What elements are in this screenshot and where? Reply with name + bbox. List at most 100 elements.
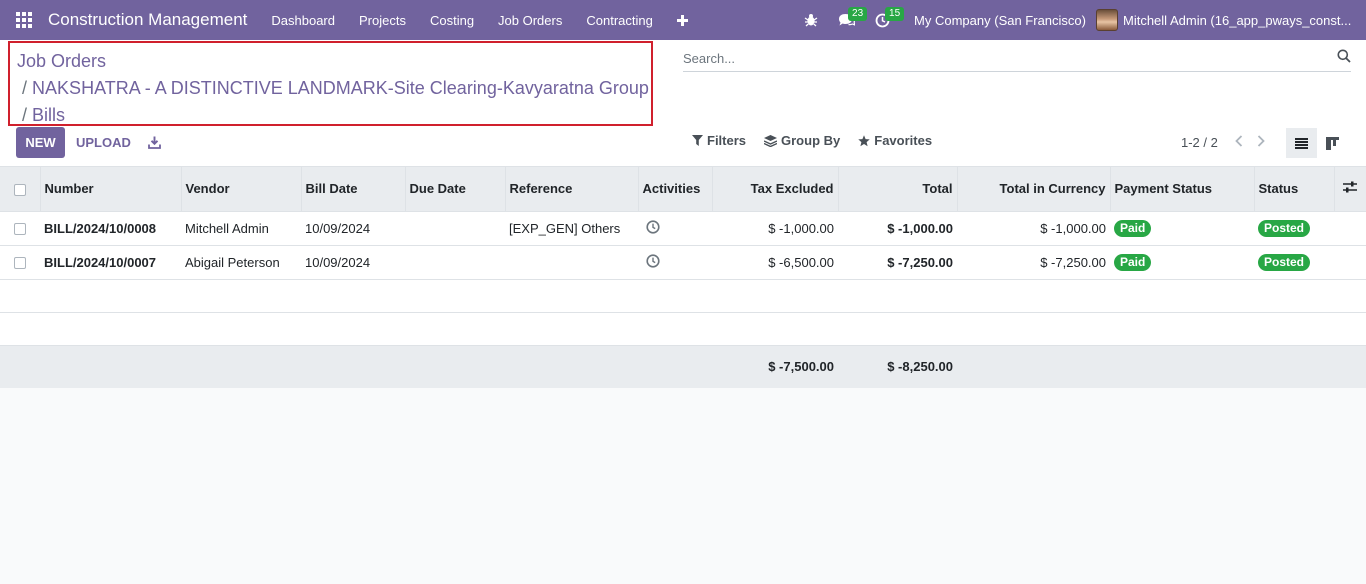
search-input[interactable] <box>683 50 1323 66</box>
cell-reference: [EXP_GEN] Others <box>505 211 638 246</box>
filters-label: Filters <box>707 133 747 148</box>
app-title[interactable]: Construction Management <box>48 10 247 30</box>
column-header-total[interactable]: Total <box>838 167 958 212</box>
search-options: Filters Group By Favorites <box>692 133 950 148</box>
totals-spacer <box>957 345 1366 388</box>
cell-number: BILL/2024/10/0007 <box>40 245 181 280</box>
list-view-button[interactable] <box>1286 128 1317 158</box>
star-icon <box>858 134 870 146</box>
kanban-view-button[interactable] <box>1317 128 1348 158</box>
status-badge: Posted <box>1258 253 1311 271</box>
row-checkbox[interactable] <box>14 223 26 236</box>
totals-spacer <box>0 345 712 388</box>
column-header-bill-date[interactable]: Bill Date <box>301 167 406 212</box>
control-panel: Job Orders / NAKSHATRA - A DISTINCTIVE L… <box>0 40 1366 167</box>
menu-projects[interactable]: Projects <box>347 0 418 40</box>
row-select-cell <box>0 211 40 246</box>
breadcrumb-item-label: Bills <box>32 105 66 125</box>
export-button[interactable] <box>143 127 165 158</box>
menu-add-button[interactable] <box>665 0 700 40</box>
breadcrumb: Job Orders / NAKSHATRA - A DISTINCTIVE L… <box>8 41 653 126</box>
group-by-label: Group By <box>781 133 841 148</box>
optional-columns-button[interactable] <box>1334 167 1366 212</box>
user-name: Mitchell Admin (16_app_pways_const... <box>1123 12 1352 28</box>
search-icon <box>1337 49 1351 63</box>
select-all-checkbox[interactable] <box>13 183 26 196</box>
empty-cell <box>0 312 1366 346</box>
search-bar <box>683 45 1351 72</box>
bills-table: Number Vendor Bill Date Due Date Referen… <box>0 167 1366 388</box>
cell-total: $ -1,000.00 <box>838 211 957 246</box>
activity-button[interactable] <box>642 219 660 237</box>
cell-vendor: Abigail Peterson <box>181 245 301 280</box>
cell-empty <box>1334 211 1366 246</box>
messages-button[interactable]: 23 <box>828 0 868 40</box>
cell-vendor: Mitchell Admin <box>181 211 301 246</box>
table-row[interactable]: BILL/2024/10/0007 Abigail Peterson 10/09… <box>0 245 1366 280</box>
totals-row: $ -7,500.00 $ -8,250.00 <box>0 345 1366 388</box>
table-row[interactable]: BILL/2024/10/0008 Mitchell Admin 10/09/2… <box>0 211 1366 246</box>
menu-costing[interactable]: Costing <box>418 0 486 40</box>
row-checkbox[interactable] <box>14 257 26 270</box>
breadcrumb-item-job-orders[interactable]: Job Orders <box>17 48 644 75</box>
column-header-tax-excluded[interactable]: Tax Excluded <box>712 167 839 212</box>
top-navbar: Construction Management Dashboard Projec… <box>0 0 1366 40</box>
cell-tax-excluded: $ -1,000.00 <box>712 211 838 246</box>
total-total: $ -8,250.00 <box>838 345 957 388</box>
column-header-status[interactable]: Status <box>1254 167 1335 212</box>
activities-count-badge: 15 <box>885 7 905 21</box>
favorites-toggle[interactable]: Favorites <box>858 133 932 148</box>
breadcrumb-item-job-order[interactable]: / NAKSHATRA - A DISTINCTIVE LANDMARK-Sit… <box>17 75 649 102</box>
table-header-row: Number Vendor Bill Date Due Date Referen… <box>0 167 1366 212</box>
payment-status-badge: Paid <box>1114 219 1152 237</box>
chevron-right-icon <box>1257 135 1265 147</box>
column-header-total-in-currency[interactable]: Total in Currency <box>957 167 1111 212</box>
column-header-payment-status[interactable]: Payment Status <box>1110 167 1255 212</box>
payment-status-badge: Paid <box>1114 253 1152 271</box>
column-header-number[interactable]: Number <box>40 167 182 212</box>
cell-tax-excluded: $ -6,500.00 <box>712 245 838 280</box>
menu-dashboard[interactable]: Dashboard <box>259 0 347 40</box>
column-header-reference[interactable]: Reference <box>505 167 639 212</box>
cell-empty <box>1334 245 1366 280</box>
menu-contracting[interactable]: Contracting <box>574 0 664 40</box>
debug-button[interactable] <box>794 0 828 40</box>
search-button[interactable] <box>1337 49 1351 68</box>
column-header-vendor[interactable]: Vendor <box>181 167 302 212</box>
company-switcher[interactable]: My Company (San Francisco) <box>900 13 1096 28</box>
select-all-cell <box>0 167 41 212</box>
activities-button[interactable]: 15 <box>865 0 905 40</box>
cell-status: Posted <box>1254 245 1334 280</box>
filter-icon <box>692 135 703 146</box>
row-select-cell <box>0 245 40 280</box>
menu-job-orders[interactable]: Job Orders <box>486 0 574 40</box>
user-menu[interactable]: Mitchell Admin (16_app_pways_const... <box>1096 9 1366 31</box>
pager-next-button[interactable] <box>1250 134 1272 150</box>
cell-total-in-currency: $ -7,250.00 <box>957 245 1110 280</box>
bug-icon <box>804 14 818 27</box>
pager-value[interactable]: 1-2 / 2 <box>1181 135 1218 150</box>
breadcrumb-item-label: NAKSHATRA - A DISTINCTIVE LANDMARK-Site … <box>32 78 649 98</box>
cell-total: $ -7,250.00 <box>838 245 957 280</box>
cell-total-in-currency: $ -1,000.00 <box>957 211 1110 246</box>
plus-icon <box>676 14 688 26</box>
cell-activities <box>638 245 712 280</box>
breadcrumb-separator: / <box>22 105 28 125</box>
new-button[interactable]: NEW <box>16 127 65 158</box>
navbar-systray: 23 15 My Company (San Francisco) Mitchel… <box>794 0 1366 40</box>
column-header-activities[interactable]: Activities <box>638 167 713 212</box>
breadcrumb-item-bills: / Bills <box>17 102 644 129</box>
empty-row <box>0 279 1366 313</box>
app-menu-button[interactable] <box>0 0 48 40</box>
layers-icon <box>764 134 778 147</box>
pager-previous-button[interactable] <box>1228 134 1250 150</box>
upload-button[interactable]: UPLOAD <box>72 127 135 158</box>
filters-toggle[interactable]: Filters <box>692 133 746 148</box>
column-header-due-date[interactable]: Due Date <box>405 167 506 212</box>
group-by-toggle[interactable]: Group By <box>764 133 840 148</box>
cell-due-date <box>405 211 505 246</box>
cell-activities <box>638 211 712 246</box>
activity-button[interactable] <box>642 253 660 271</box>
avatar <box>1096 9 1118 31</box>
empty-row <box>0 312 1366 346</box>
